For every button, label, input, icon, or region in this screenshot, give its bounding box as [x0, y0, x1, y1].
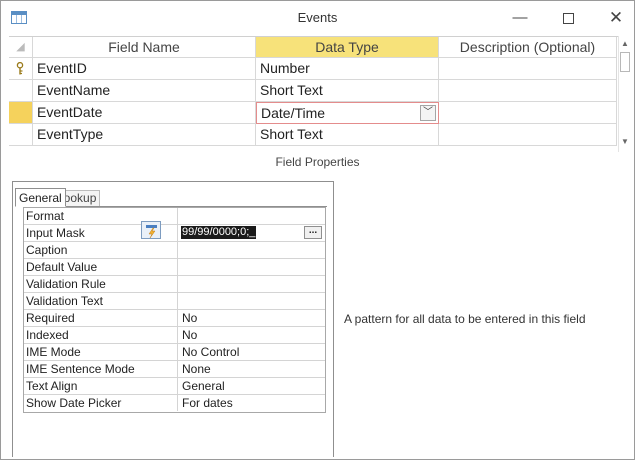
row-selector[interactable] — [9, 124, 33, 146]
property-name: Input Mask — [24, 221, 178, 241]
property-value[interactable] — [179, 293, 325, 309]
field-row[interactable]: EventType Short Text — [9, 124, 617, 146]
property-row[interactable]: Required No — [24, 310, 325, 327]
field-name-cell[interactable]: EventType — [33, 124, 256, 146]
close-icon: ✕ — [608, 8, 624, 27]
property-name: IME Sentence Mode — [24, 361, 178, 377]
scroll-down-icon[interactable]: ▼ — [620, 137, 630, 147]
property-name: Text Align — [24, 378, 178, 394]
property-value[interactable]: No Control — [179, 344, 325, 360]
property-value[interactable] — [179, 259, 325, 275]
property-name: Validation Rule — [24, 276, 178, 292]
description-cell[interactable] — [439, 80, 617, 102]
property-name: Indexed — [24, 327, 178, 343]
property-value[interactable] — [179, 276, 325, 292]
property-sheet: Format Input Mask 99/99/0000;0;_ ... Cap… — [23, 207, 326, 413]
description-cell[interactable] — [439, 124, 617, 146]
property-value-active[interactable]: 99/99/0000;0;_ ... — [179, 225, 325, 241]
row-selector-active[interactable] — [9, 102, 33, 124]
maximize-button[interactable] — [556, 7, 580, 29]
property-value[interactable] — [179, 208, 325, 224]
property-name: Show Date Picker — [24, 395, 178, 411]
field-name-cell[interactable]: EventID — [33, 58, 256, 80]
property-name: Default Value — [24, 259, 178, 275]
property-row[interactable]: Show Date Picker For dates — [24, 395, 325, 412]
property-help-text: A pattern for all data to be entered in … — [344, 312, 586, 326]
field-name-cell[interactable]: EventName — [33, 80, 256, 102]
header-data-type[interactable]: Data Type — [256, 37, 439, 58]
close-button[interactable]: ✕ — [604, 7, 628, 29]
input-mask-wizard-icon — [146, 225, 157, 239]
property-row[interactable]: Text Align General — [24, 378, 325, 395]
property-row[interactable]: Validation Text — [24, 293, 325, 310]
data-type-value: Date/Time — [261, 105, 326, 121]
field-design-grid: ◢ Field Name Data Type Description (Opti… — [9, 36, 625, 152]
field-row[interactable]: EventName Short Text — [9, 80, 617, 102]
property-name: IME Mode — [24, 344, 178, 360]
property-value[interactable] — [179, 242, 325, 258]
row-selector[interactable] — [9, 58, 33, 80]
property-name: Required — [24, 310, 178, 326]
data-type-cell[interactable]: Short Text — [256, 80, 439, 102]
title-bar: Events — ✕ — [1, 1, 634, 36]
header-description[interactable]: Description (Optional) — [439, 37, 617, 58]
property-value[interactable]: No — [179, 327, 325, 343]
field-name-cell[interactable]: EventDate — [33, 102, 256, 124]
field-row[interactable]: EventID Number — [9, 58, 617, 80]
maximize-icon — [562, 12, 574, 24]
table-design-window: Events — ✕ ◢ Field Name Data Type Descri… — [0, 0, 635, 460]
input-mask-wizard-button[interactable] — [141, 221, 161, 239]
data-type-cell[interactable]: Short Text — [256, 124, 439, 146]
property-value[interactable]: None — [179, 361, 325, 377]
property-value[interactable]: No — [179, 310, 325, 326]
field-row-selected[interactable]: EventDate Date/Time ﹀ — [9, 102, 617, 124]
property-name: Validation Text — [24, 293, 178, 309]
grid-header: ◢ Field Name Data Type Description (Opti… — [9, 37, 625, 58]
tab-general[interactable]: General — [15, 188, 66, 207]
minimize-icon: — — [512, 9, 528, 26]
property-row-input-mask[interactable]: Input Mask 99/99/0000;0;_ ... — [24, 221, 325, 242]
data-type-combobox[interactable]: Date/Time ﹀ — [256, 102, 439, 124]
select-all-corner[interactable]: ◢ — [9, 37, 33, 58]
scroll-up-icon[interactable]: ▲ — [620, 39, 630, 49]
primary-key-icon — [16, 62, 24, 75]
property-value[interactable]: General — [179, 378, 325, 394]
window-title: Events — [297, 10, 338, 25]
grid-vertical-scrollbar[interactable]: ▲ ▼ — [618, 36, 630, 152]
description-cell[interactable] — [439, 102, 617, 124]
scroll-thumb[interactable] — [620, 52, 630, 72]
input-mask-value[interactable]: 99/99/0000;0;_ — [181, 226, 257, 239]
property-name: Caption — [24, 242, 178, 258]
minimize-button[interactable]: — — [508, 7, 532, 29]
row-selector[interactable] — [9, 80, 33, 102]
description-cell[interactable] — [439, 58, 617, 80]
property-row[interactable]: Format — [24, 208, 325, 225]
dropdown-arrow-icon[interactable]: ﹀ — [420, 105, 436, 121]
property-row[interactable]: Indexed No — [24, 327, 325, 344]
property-row[interactable]: Validation Rule — [24, 276, 325, 293]
field-properties-title: Field Properties — [275, 155, 360, 169]
property-row[interactable]: Default Value — [24, 259, 325, 276]
build-button[interactable]: ... — [304, 226, 322, 239]
property-row[interactable]: IME Sentence Mode None — [24, 361, 325, 378]
property-name-label: Input Mask — [26, 226, 85, 240]
property-value[interactable]: For dates — [179, 395, 325, 411]
data-type-cell[interactable]: Number — [256, 58, 439, 80]
property-row[interactable]: Caption — [24, 242, 325, 259]
header-field-name[interactable]: Field Name — [33, 37, 256, 58]
property-row[interactable]: IME Mode No Control — [24, 344, 325, 361]
